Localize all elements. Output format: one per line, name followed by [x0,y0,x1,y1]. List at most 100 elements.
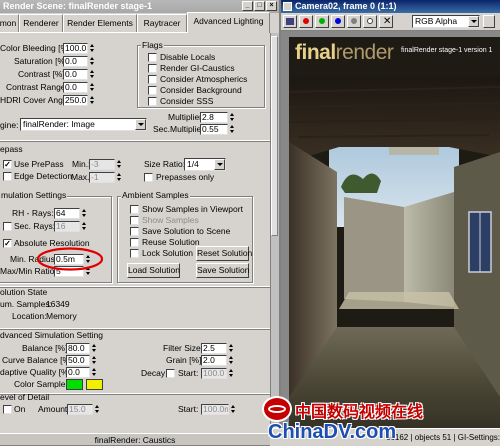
render-gi-caustics-checkbox[interactable] [148,64,157,73]
save-solution-button[interactable]: Save Solution [196,263,249,278]
tab-raytracer[interactable]: Raytracer [137,14,187,32]
decay-start-label: Start: [178,368,199,378]
adaptive-quality-input[interactable]: 0.0 [66,367,90,378]
filter-size-input[interactable]: 2.5 [201,343,227,354]
rh-rays-input[interactable]: 64 [54,208,80,219]
simulation-settings-title: mulation Settings [0,190,68,200]
balance-spinner[interactable] [91,343,98,354]
disable-locals-checkbox[interactable] [148,53,157,62]
consider-background-checkbox[interactable] [148,86,157,95]
chevron-down-icon [468,16,479,27]
consider-atmospherics-label: Consider Atmospherics [160,74,248,84]
green-channel-icon[interactable] [315,15,329,28]
curve-balance-spinner[interactable] [91,355,98,366]
red-channel-icon[interactable] [299,15,313,28]
curve-balance-input[interactable]: 50.0 [66,355,90,366]
prepass-max-spinner[interactable] [116,172,123,183]
decay-start-input[interactable]: 100.0 [201,368,227,379]
engine-dropdown[interactable]: finalRender: Image [20,118,147,131]
flags-title: Flags [141,40,164,50]
sec-multiplier-spinner[interactable] [229,124,236,135]
decay-checkbox[interactable] [166,369,175,378]
adaptive-quality-spinner[interactable] [91,367,98,378]
contrast-spinner[interactable] [89,69,96,80]
sec-rays-input[interactable]: 16 [54,221,80,232]
render-frame-title: Camera02, frame 0 (1:1) [295,1,397,11]
hdri-cover-angle-spinner[interactable] [89,95,96,106]
prepass-min-spinner[interactable] [116,159,123,170]
decay-start-spinner[interactable] [228,368,235,379]
size-ratio-dropdown[interactable]: 1/4 [184,158,226,171]
absolute-resolution-checkbox[interactable]: ✓ [3,239,12,248]
color-swatch-green[interactable] [66,379,83,390]
clear-icon[interactable]: ✕ [379,15,393,28]
grain-input[interactable]: 2.0 [201,355,227,366]
consider-sss-checkbox[interactable] [148,97,157,106]
blue-channel-icon[interactable] [331,15,345,28]
prepasses-only-label: Prepasses only [156,172,215,182]
saturation-input[interactable]: 0.0 [63,56,88,67]
tab-render-elements[interactable]: Render Elements [63,14,137,32]
prepass-max-input[interactable]: -1 [89,172,115,183]
render-scene-window: Render Scene: finalRender stage-1 _ □ × … [0,0,279,446]
use-prepass-label: Use PrePass [14,159,64,169]
chinadv-watermark: 中国数码视频在线 ChinaDV.com [262,396,423,444]
finalrender-logo: finalrender [295,41,394,65]
watermark-chinadv: ChinaDV.com [268,421,397,443]
close-icon[interactable]: × [266,1,277,11]
lod-amount-spinner[interactable] [94,404,101,415]
color-bleeding-input[interactable]: 100.0 [63,43,88,54]
logo-light: render [335,41,394,64]
sec-rays-spinner[interactable] [81,221,88,232]
save-solution-scene-label: Save Solution to Scene [142,226,231,236]
filter-size-spinner[interactable] [228,343,235,354]
multiplier-spinner[interactable] [229,112,236,123]
lod-on-checkbox[interactable] [3,405,12,414]
sec-rays-checkbox[interactable] [3,222,12,231]
show-samples-checkbox[interactable] [130,216,139,225]
adaptive-quality-label: daptive Quality [%]: [0,367,74,377]
alpha-channel-icon[interactable] [347,15,361,28]
maximize-icon[interactable]: □ [254,1,265,11]
tab-renderer[interactable]: Renderer [19,14,63,32]
contrast-range-spinner[interactable] [89,82,96,93]
chevron-down-icon [135,119,146,130]
save-solution-scene-checkbox[interactable] [130,227,139,236]
lod-start-input[interactable]: 100.0m [201,404,229,415]
minimize-icon[interactable]: _ [242,1,253,11]
mono-icon[interactable] [363,15,377,28]
toolbar-more-icon[interactable] [483,15,495,28]
prepasses-only-checkbox[interactable] [144,173,153,182]
consider-atmospherics-checkbox[interactable] [148,75,157,84]
grain-label: Grain [%]: [166,355,204,365]
render-frame-title-bar[interactable]: Camera02, frame 0 (1:1) [281,0,500,13]
prepass-min-input[interactable]: -3 [89,159,115,170]
balance-input[interactable]: 80.0 [66,343,90,354]
caustics-rollout-header[interactable]: finalRender: Caustics [0,433,270,446]
tab-advanced-lighting[interactable]: Advanced Lighting [187,12,270,33]
contrast-range-input[interactable]: 0.0 [63,82,88,93]
load-solution-button[interactable]: Load Solution [127,263,180,278]
grain-spinner[interactable] [228,355,235,366]
lod-start-spinner[interactable] [230,404,237,415]
saturation-spinner[interactable] [89,56,96,67]
scrollbar-thumb[interactable] [271,36,278,236]
edge-detection-checkbox[interactable] [3,172,12,181]
show-samples-viewport-checkbox[interactable] [130,205,139,214]
lod-amount-input[interactable]: 15.0 [67,404,93,415]
use-prepass-checkbox[interactable]: ✓ [3,160,12,169]
reset-solution-button[interactable]: Reset Solution [196,246,252,261]
hdri-cover-angle-input[interactable]: 250.0 [63,95,88,106]
render-toolbar: ✕ RGB Alpha [281,13,500,31]
save-icon[interactable] [283,15,297,28]
color-bleeding-spinner[interactable] [89,43,96,54]
rh-rays-spinner[interactable] [81,208,88,219]
lock-solution-checkbox[interactable] [130,249,139,258]
contrast-input[interactable]: 0.0 [63,69,88,80]
reuse-solution-checkbox[interactable] [130,238,139,247]
channel-dropdown[interactable]: RGB Alpha [412,15,480,28]
multiplier-input[interactable]: 2.8 [200,112,228,123]
sec-multiplier-input[interactable]: 0.55 [200,124,228,135]
color-swatch-yellow[interactable] [86,379,103,390]
tab-common[interactable]: mon [0,14,19,32]
